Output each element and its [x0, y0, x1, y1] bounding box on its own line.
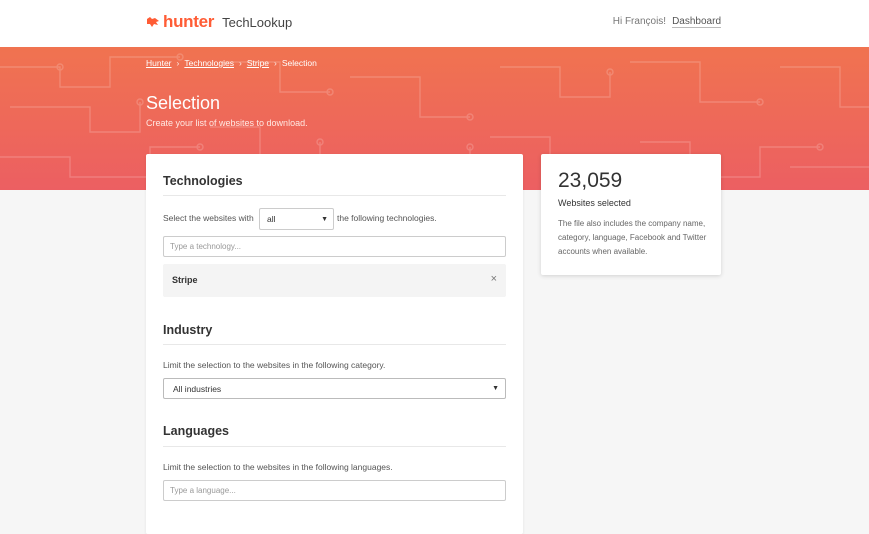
- hunter-logo[interactable]: hunter: [146, 12, 214, 32]
- product-name: TechLookup: [222, 14, 293, 30]
- selection-summary-card: 23,059 Websites selected The file also i…: [541, 154, 721, 275]
- industry-description: Limit the selection to the websites in t…: [163, 360, 386, 370]
- dashboard-link[interactable]: Dashboard: [672, 16, 721, 28]
- page-title: Selection: [146, 93, 221, 113]
- technology-search-input[interactable]: Type a technology...: [163, 236, 506, 257]
- breadcrumb-technologies[interactable]: Technologies: [184, 58, 234, 68]
- technologies-suffix: the following technologies.: [337, 213, 437, 223]
- industry-heading: Industry: [163, 323, 213, 337]
- user-greeting: Hi François!: [612, 16, 667, 27]
- industry-select[interactable]: All industries ▼: [163, 378, 506, 399]
- breadcrumb-separator-icon: ›: [238, 58, 242, 68]
- fox-icon: [147, 17, 159, 27]
- selected-technology-tag: Stripe ×: [163, 264, 506, 297]
- divider: [163, 195, 506, 196]
- brand-name: hunter: [163, 12, 215, 31]
- match-mode-select[interactable]: all ▼: [259, 208, 334, 230]
- languages-heading: Languages: [163, 424, 229, 438]
- top-navbar: hunter TechLookup Hi François! Dashboard: [0, 0, 869, 47]
- close-icon[interactable]: ×: [491, 273, 497, 285]
- industry-select-value: All industries: [173, 383, 222, 394]
- match-mode-value: all: [267, 214, 276, 224]
- technologies-heading: Technologies: [163, 174, 243, 188]
- tag-label: Stripe: [172, 275, 198, 285]
- divider: [163, 344, 506, 345]
- summary-description: The file also includes the company name,…: [558, 219, 707, 256]
- breadcrumb-current: Selection: [281, 58, 317, 68]
- technologies-prefix: Select the websites with: [163, 213, 254, 223]
- breadcrumb-hunter[interactable]: Hunter: [146, 58, 172, 68]
- selection-form-card: Technologies Select the websites with al…: [146, 154, 523, 534]
- breadcrumb-stripe[interactable]: Stripe: [247, 58, 269, 68]
- languages-description: Limit the selection to the websites in t…: [163, 462, 393, 472]
- page-subtitle: Create your list of websites to download…: [146, 118, 308, 128]
- breadcrumb: Hunter › Technologies › Stripe › Selecti…: [146, 58, 317, 68]
- websites-count: 23,059: [558, 169, 623, 192]
- chevron-down-icon: ▼: [492, 385, 499, 392]
- user-nav: Hi François! Dashboard: [613, 16, 721, 28]
- websites-count-label: Websites selected: [558, 198, 631, 208]
- breadcrumb-separator-icon: ›: [176, 58, 180, 68]
- breadcrumb-separator-icon: ›: [274, 58, 277, 68]
- brand[interactable]: hunter TechLookup: [146, 12, 292, 32]
- chevron-down-icon: ▼: [321, 215, 328, 223]
- divider: [163, 446, 506, 447]
- language-search-input[interactable]: Type a language...: [163, 480, 506, 501]
